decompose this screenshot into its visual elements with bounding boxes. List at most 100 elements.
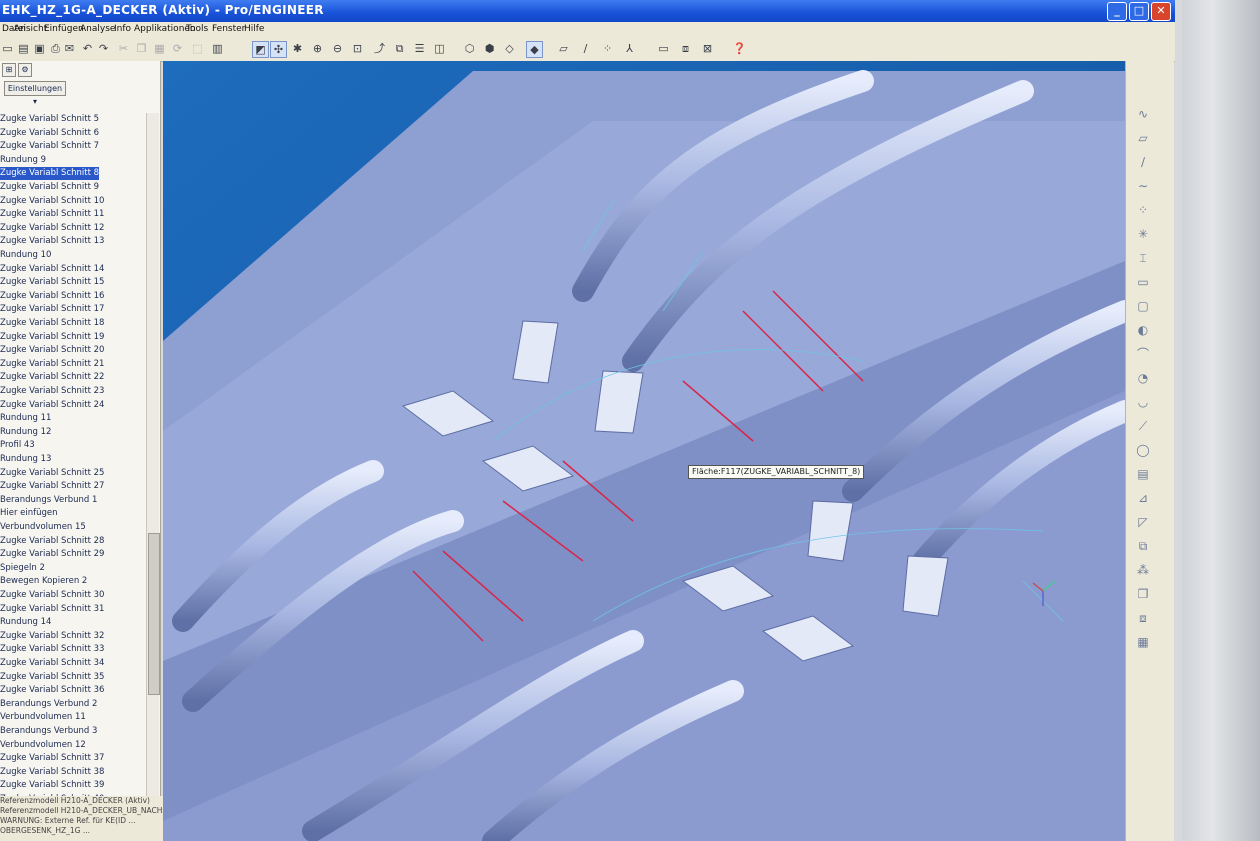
tree-item[interactable]: Berandungs Verbund 3 (0, 725, 97, 738)
tree-item[interactable]: Zugke Variabl Schnitt 39 (0, 779, 104, 792)
zoom-in-icon[interactable]: ⊕ (310, 41, 325, 56)
cut-icon[interactable]: ✂ (116, 41, 131, 56)
tree-item[interactable]: Profil 43 (0, 439, 35, 452)
saved-views-icon[interactable]: ✱ (290, 41, 305, 56)
sketch-icon[interactable]: ∿ (1134, 105, 1152, 123)
coord-icon[interactable]: ⌶ (1134, 249, 1152, 267)
table-icon[interactable]: ▦ (1134, 633, 1152, 651)
paste-icon[interactable]: ▦ (152, 41, 167, 56)
tree-item[interactable]: Zugke Variabl Schnitt 10 (0, 195, 104, 208)
tree-item[interactable]: Rundung 10 (0, 249, 51, 262)
tree-item[interactable]: Zugke Variabl Schnitt 13 (0, 235, 104, 248)
tree-item[interactable]: Verbundvolumen 15 (0, 521, 86, 534)
plane-icon[interactable]: ▭ (1134, 273, 1152, 291)
save-icon[interactable]: ▣ (32, 41, 47, 56)
display-icon[interactable]: ◫ (432, 41, 447, 56)
tree-item[interactable]: Zugke Variabl Schnitt 17 (0, 303, 104, 316)
point-icon[interactable]: ⁘ (1134, 201, 1152, 219)
tree-item[interactable]: Zugke Variabl Schnitt 27 (0, 480, 104, 493)
coord-sys-icon[interactable]: ⅄ (622, 41, 637, 56)
line-icon[interactable]: ∕ (1134, 153, 1152, 171)
rib-icon[interactable]: ⊿ (1134, 489, 1152, 507)
curve-icon[interactable]: ∼ (1134, 177, 1152, 195)
tree-item[interactable]: Zugke Variabl Schnitt 24 (0, 399, 104, 412)
blend-icon[interactable]: ◔ (1134, 369, 1152, 387)
hole-icon[interactable]: ◯ (1134, 441, 1152, 459)
shading-icon[interactable]: ◆ (526, 41, 543, 58)
tree-item[interactable]: Zugke Variabl Schnitt 23 (0, 385, 104, 398)
rectangle-icon[interactable]: ▱ (1134, 129, 1152, 147)
round-icon[interactable]: ◡ (1134, 393, 1152, 411)
settings-dropdown[interactable]: Einstellungen ▾ (4, 81, 66, 106)
select-icon[interactable]: ⬚ (190, 41, 205, 56)
tree-item[interactable]: Zugke Variabl Schnitt 6 (0, 127, 99, 140)
menu-window[interactable]: Fenster (212, 24, 245, 34)
tree-item[interactable]: Zugke Variabl Schnitt 34 (0, 657, 104, 670)
new-icon[interactable]: ▭ (0, 41, 15, 56)
datum-point-icon[interactable]: ⁘ (600, 41, 615, 56)
tree-item[interactable]: Zugke Variabl Schnitt 5 (0, 113, 99, 126)
tree-item[interactable]: Zugke Variabl Schnitt 25 (0, 467, 104, 480)
shell-icon[interactable]: ▤ (1134, 465, 1152, 483)
tree-item[interactable]: Rundung 11 (0, 412, 51, 425)
layers-icon[interactable]: ⤴ (372, 41, 387, 56)
tree-item[interactable]: Zugke Variabl Schnitt 18 (0, 317, 104, 330)
help-icon[interactable]: ❓ (732, 41, 747, 56)
tree-item[interactable]: Zugke Variabl Schnitt 11 (0, 208, 104, 221)
window-icon[interactable]: ⧉ (392, 41, 407, 56)
copy-icon[interactable]: ❐ (134, 41, 149, 56)
tree-item[interactable]: Bewegen Kopieren 2 (0, 575, 87, 588)
tree-item[interactable]: Zugke Variabl Schnitt 37 (0, 752, 104, 765)
redo-icon[interactable]: ↷ (96, 41, 111, 56)
tree-item[interactable]: Zugke Variabl Schnitt 21 (0, 358, 104, 371)
menu-view[interactable]: Ansicht (14, 24, 47, 34)
tree-item[interactable]: Zugke Variabl Schnitt 22 (0, 371, 104, 384)
close-button[interactable]: ✕ (1151, 2, 1171, 21)
scrollbar-thumb[interactable] (148, 533, 160, 695)
tree-item[interactable]: Rundung 12 (0, 426, 51, 439)
tree-item[interactable]: Zugke Variabl Schnitt 28 (0, 535, 104, 548)
maximize-button[interactable]: □ (1129, 2, 1149, 21)
tree-item[interactable]: Zugke Variabl Schnitt 16 (0, 290, 104, 303)
mail-icon[interactable]: ✉ (62, 41, 77, 56)
merge-icon[interactable]: ⧈ (1134, 609, 1152, 627)
wireframe-icon[interactable]: ⬡ (462, 41, 477, 56)
repaint-icon[interactable]: ▥ (210, 41, 225, 56)
tree-item[interactable]: Zugke Variabl Schnitt 8 (0, 167, 100, 181)
cross-icon[interactable]: ✳ (1134, 225, 1152, 243)
window-activate-icon[interactable]: ⧈ (678, 41, 693, 56)
spin-icon[interactable]: ◩ (252, 41, 269, 58)
tree-item[interactable]: Zugke Variabl Schnitt 36 (0, 684, 104, 697)
pattern-icon[interactable]: ⁂ (1134, 561, 1152, 579)
tree-item[interactable]: Berandungs Verbund 1 (0, 494, 97, 507)
tree-scrollbar[interactable] (146, 113, 160, 803)
tree-expand-icon[interactable]: ⊞ (2, 63, 16, 77)
extrude-icon[interactable]: ▢ (1134, 297, 1152, 315)
tree-item[interactable]: Berandungs Verbund 2 (0, 698, 97, 711)
menu-analysis[interactable]: Analyse (80, 24, 115, 34)
refit-icon[interactable]: ⊡ (350, 41, 365, 56)
datum-axis-icon[interactable]: ∕ (578, 41, 593, 56)
tree-item[interactable]: Verbundvolumen 12 (0, 739, 86, 752)
print-icon[interactable]: ⎙ (48, 41, 63, 56)
regen-icon[interactable]: ⟳ (170, 41, 185, 56)
chamfer-icon[interactable]: ⟋ (1134, 417, 1152, 435)
tree-item[interactable]: Rundung 9 (0, 154, 46, 167)
open-icon[interactable]: ▤ (16, 41, 31, 56)
copy-feature-icon[interactable]: ❐ (1134, 585, 1152, 603)
tree-item[interactable]: Zugke Variabl Schnitt 35 (0, 671, 104, 684)
hidden-line-icon[interactable]: ⬢ (482, 41, 497, 56)
tree-item[interactable]: Zugke Variabl Schnitt 7 (0, 140, 99, 153)
tree-item[interactable]: Zugke Variabl Schnitt 20 (0, 344, 104, 357)
menu-tools[interactable]: Tools (186, 24, 208, 34)
tree-item[interactable]: Zugke Variabl Schnitt 29 (0, 548, 104, 561)
menu-help[interactable]: Hilfe (244, 24, 264, 34)
tree-item[interactable]: Zugke Variabl Schnitt 32 (0, 630, 104, 643)
datum-plane-icon[interactable]: ▱ (556, 41, 571, 56)
revolve-icon[interactable]: ◐ (1134, 321, 1152, 339)
mirror-icon[interactable]: ⧉ (1134, 537, 1152, 555)
sweep-icon[interactable]: ⌒ (1134, 345, 1152, 363)
no-hidden-icon[interactable]: ◇ (502, 41, 517, 56)
close-window-icon[interactable]: ⊠ (700, 41, 715, 56)
menu-info[interactable]: Info (114, 24, 131, 34)
